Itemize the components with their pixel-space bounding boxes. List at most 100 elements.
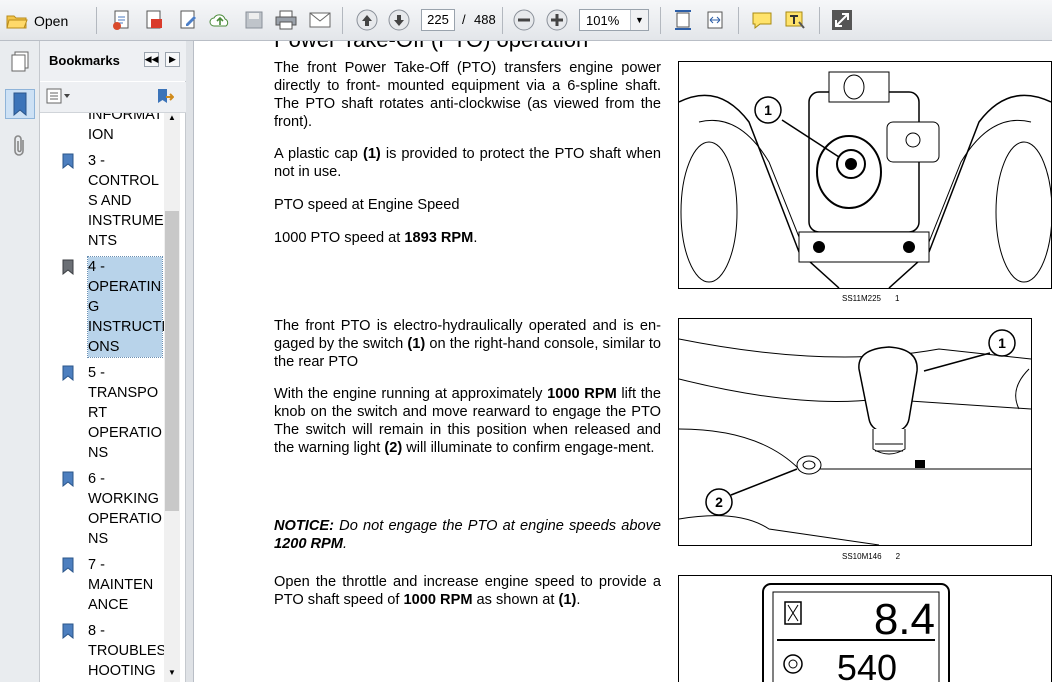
attachments-paperclip-icon[interactable] [5, 131, 35, 161]
bookmark-label: 3 - CONTROL S AND INSTRUME NTS [88, 153, 164, 249]
bookmark-label: 6 - WORKING OPERATIO NS [88, 471, 162, 547]
bookmarks-header: Bookmarks ◀◀ ▶ [40, 41, 186, 81]
paragraph: 1000 PTO speed at 1893 RPM. [274, 229, 661, 247]
text: 1000 PTO speed at [274, 230, 405, 246]
print-icon[interactable] [274, 8, 298, 32]
paragraph: A plastic cap (1) is provided to protect… [274, 145, 661, 181]
bookmark-label: 8 - TROUBLES HOOTING [88, 623, 164, 679]
figure-display-panel: 8.4 540 [678, 575, 1052, 682]
bookmark-label: INFORMAT ION [88, 113, 163, 143]
page-number-input[interactable]: 225 [421, 9, 455, 31]
panel-splitter[interactable] [186, 41, 194, 682]
text: as shown at [472, 592, 559, 608]
callout-number: 2 [715, 494, 723, 510]
fit-width-icon[interactable] [703, 8, 727, 32]
toolbar-divider [502, 7, 503, 34]
text: . [576, 592, 581, 608]
toolbar-divider [96, 7, 97, 34]
page-separator: / [462, 12, 466, 27]
bookmark-icon [62, 623, 74, 639]
display-panel-illustration: 8.4 540 [762, 583, 950, 682]
callout-number: 1 [764, 102, 772, 118]
toolbar-divider [342, 7, 343, 34]
rpm-value: 1000 RPM [403, 592, 473, 608]
bookmarks-panel: Bookmarks ◀◀ ▶ INFORMAT ION 3 - CONTROL … [40, 41, 186, 682]
figure-number: 1 [895, 294, 900, 303]
figure-pto-switch: 1 2 [678, 318, 1032, 546]
toolbar-divider [660, 7, 661, 34]
display-readout-top: 8.4 [874, 595, 935, 644]
zoom-select[interactable]: 101% ▼ [579, 9, 649, 31]
zoom-in-icon[interactable] [545, 8, 569, 32]
bookmark-icon [62, 365, 74, 381]
scroll-down-icon[interactable]: ▼ [164, 668, 180, 682]
paragraph: The front Power Take-Off (PTO) transfers… [274, 60, 661, 130]
paragraph: With the engine running at approximately… [274, 385, 661, 457]
page-thumbnails-icon[interactable] [5, 47, 35, 77]
bookmarks-scrollbar[interactable]: ▲ ▼ [164, 113, 180, 682]
email-icon[interactable] [308, 8, 332, 32]
callout-ref: (1) [407, 336, 426, 352]
navigation-pane-strip [0, 41, 40, 682]
open-button[interactable]: Open [6, 8, 68, 34]
collapse-panel-icon[interactable]: ◀◀ [144, 52, 159, 67]
rpm-value: 1893 RPM [404, 230, 474, 246]
callout-ref: (1) [362, 146, 381, 162]
document-page: Power Take-Off (PTO) operation The front… [194, 41, 1052, 682]
bookmark-label: 7 - MAINTEN ANCE [88, 557, 154, 613]
bookmark-options-icon[interactable] [46, 88, 72, 104]
comment-icon[interactable] [750, 8, 774, 32]
share-cloud-icon[interactable] [208, 8, 232, 32]
full-screen-icon[interactable] [830, 8, 854, 32]
chevron-down-icon[interactable]: ▼ [630, 10, 648, 30]
rpm-value: 1200 RPM [274, 536, 343, 552]
folder-open-icon [6, 15, 28, 29]
zoom-out-icon[interactable] [512, 8, 536, 32]
figure-pto-shaft: 1 [678, 61, 1052, 289]
bookmark-label: 4 - OPERATIN G INSTRUCTI ONS [87, 256, 164, 358]
open-button-label: Open [34, 13, 69, 29]
main-toolbar: Open 225 / 488 101% ▼ [0, 0, 1052, 41]
bookmarks-toolbar [40, 82, 186, 113]
create-pdf-icon[interactable] [110, 8, 134, 32]
pto-switch-illustration: 1 2 [678, 329, 1032, 546]
bookmark-icon [62, 471, 74, 487]
edit-pdf-icon[interactable] [176, 8, 200, 32]
figure-caption: SS11M225 1 [842, 294, 899, 303]
rpm-value: 1000 RPM [547, 386, 617, 402]
bookmarks-panel-icon[interactable] [5, 89, 35, 119]
next-page-icon[interactable] [387, 8, 411, 32]
paragraph: The front PTO is electro-hydraulically o… [274, 317, 661, 371]
bookmarks-title: Bookmarks [49, 53, 120, 68]
toolbar-divider [819, 7, 820, 34]
figure-code: SS10M146 [842, 552, 882, 561]
previous-page-icon[interactable] [355, 8, 379, 32]
callout-number: 1 [998, 335, 1006, 351]
bookmarks-list: INFORMAT ION 3 - CONTROL S AND INSTRUME … [46, 113, 164, 682]
scroll-up-icon[interactable]: ▲ [164, 113, 180, 127]
panel-menu-arrow-icon[interactable]: ▶ [165, 52, 180, 67]
notice-label: NOTICE: [274, 518, 334, 534]
zoom-value: 101% [586, 13, 620, 28]
bookmark-label: 5 - TRANSPO RT OPERATIO NS [88, 365, 162, 461]
text: . [342, 536, 348, 552]
page-total: 488 [474, 12, 496, 27]
scrollbar-thumb[interactable] [165, 211, 179, 511]
section-heading: Power Take-Off (PTO) operation [274, 41, 588, 53]
bookmark-icon [62, 259, 74, 275]
highlight-text-icon[interactable] [783, 8, 807, 32]
figure-number: 2 [895, 552, 901, 561]
figure-caption: SS10M146 2 [842, 552, 900, 561]
fit-page-icon[interactable] [671, 8, 695, 32]
figure-code: SS11M225 [842, 294, 881, 303]
expand-bookmark-icon[interactable] [156, 87, 175, 105]
text: . [473, 230, 478, 246]
notice-paragraph: NOTICE: Do not engage the PTO at engine … [274, 517, 661, 553]
pto-shaft-illustration: 1 [678, 71, 1052, 289]
paragraph: Open the throttle and increase engine sp… [274, 573, 661, 609]
text: A plastic cap [274, 146, 363, 162]
save-icon[interactable] [242, 8, 266, 32]
callout-ref: (2) [384, 440, 403, 456]
export-pdf-icon[interactable] [142, 8, 166, 32]
text: Do not engage the PTO at engine speeds a… [334, 518, 661, 534]
